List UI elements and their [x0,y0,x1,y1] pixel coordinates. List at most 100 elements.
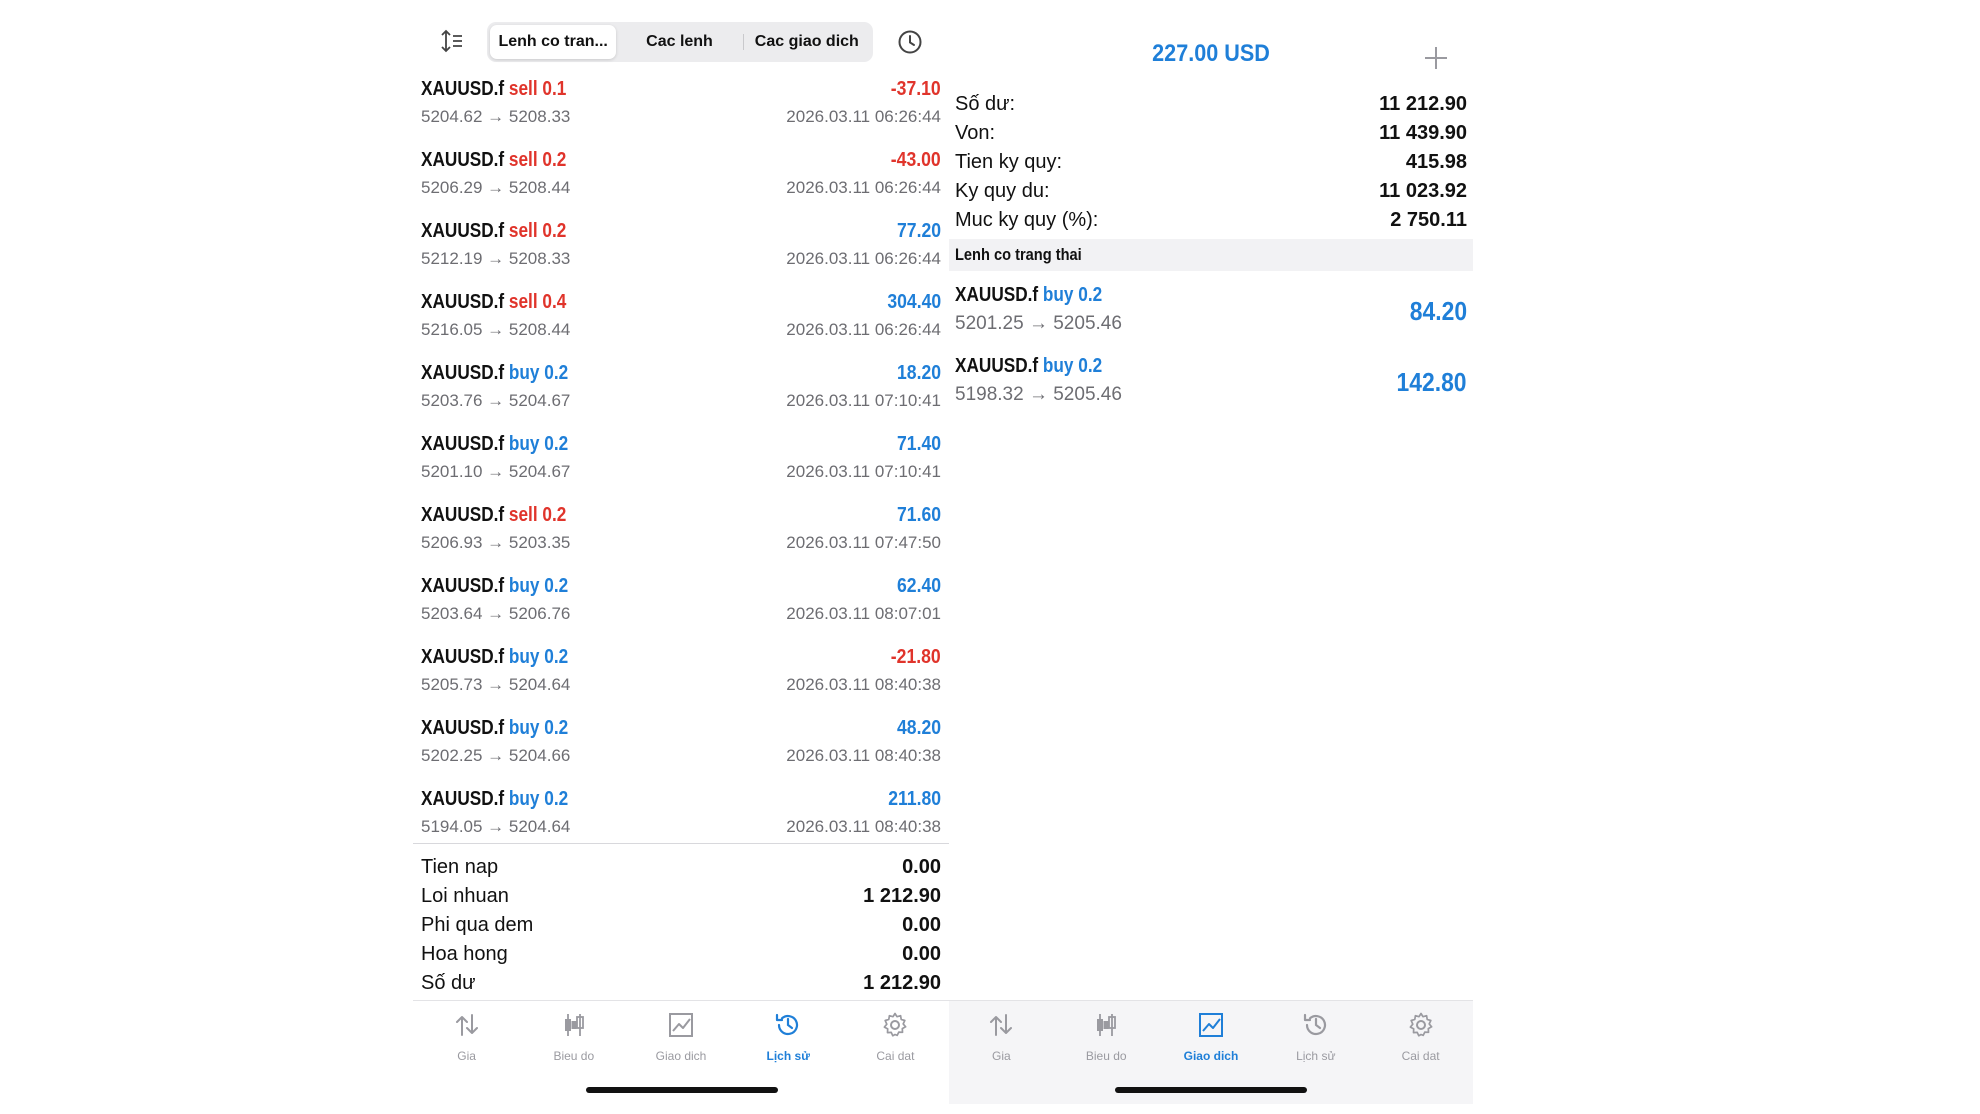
deal-prices: 5203.76 → 5204.67 [421,391,571,410]
segment-deals[interactable]: Cac giao dich [744,25,870,59]
summary-value: 0.00 [902,914,941,936]
tab-l-ch-s-[interactable]: Lịch sử [1263,1001,1368,1080]
account-row: Muc ky quy (%): 2 750.11 [955,209,1467,237]
deal-row[interactable]: XAUUSD.f buy 0.2 5203.76 → 5204.67 18.20 20… [421,358,941,428]
candlestick-icon [560,1011,588,1044]
symbol-text: XAUUSD.f [421,149,505,171]
deal-symbol: XAUUSD.f buy 0.2 [421,646,568,669]
deal-time: 2026.03.11 07:47:50 [786,533,941,552]
tab-giao-dich[interactable]: Giao dich [627,1001,734,1080]
segment-positions[interactable]: Lenh co tran... [490,25,617,59]
deal-symbol: XAUUSD.f sell 0.2 [421,149,566,172]
tab-giao-dich[interactable]: Giao dich [1159,1001,1264,1080]
summary-label: Phi qua dem [421,914,534,936]
position-prices: 5201.25 → 5205.46 [955,313,1122,334]
tab-gia[interactable]: Gia [949,1001,1054,1080]
deal-prices: 5204.62 → 5208.33 [421,107,571,126]
deal-time: 2026.03.11 06:26:44 [786,107,941,126]
tab-bieu-do[interactable]: Bieu do [1054,1001,1159,1080]
deal-side: sell 0.2 [508,504,567,526]
deal-profit: -21.80 [891,646,941,668]
history-toolbar: Lenh co tran... Cac lenh Cac giao dich [413,22,949,62]
symbol-text: XAUUSD.f [421,220,505,242]
account-row: Tien ky quy: 415.98 [955,151,1467,179]
tab-label: Giao dich [655,1049,707,1063]
account-label: Tien ky quy: [955,151,1063,173]
home-indicator [586,1087,778,1093]
history-clock-icon [774,1011,802,1044]
deal-side: buy 0.2 [508,575,569,597]
symbol-text: XAUUSD.f [421,78,505,100]
position-symbol: XAUUSD.f buy 0.2 [955,355,1102,378]
deal-side: sell 0.1 [508,78,567,100]
section-title: Lenh co trang thai [955,245,1082,264]
period-clock-icon[interactable] [896,28,924,56]
deal-side: buy 0.2 [508,433,569,455]
history-segmented-control: Lenh co tran... Cac lenh Cac giao dich [487,22,873,62]
trade-screen: 227.00 USD Số dư: 11 212.90 Von: 11 439.90 T… [949,0,1473,1114]
position-row[interactable]: XAUUSD.f buy 0.2 5198.32 → 5205.46 142.80 [955,351,1467,421]
symbol-text: XAUUSD.f [421,575,505,597]
deal-profit: -43.00 [891,149,941,171]
history-screen: Lenh co tran... Cac lenh Cac giao dich X… [413,0,949,1114]
deal-row[interactable]: XAUUSD.f buy 0.2 5203.64 → 5206.76 62.40 20… [421,571,941,641]
symbol-text: XAUUSD.f [955,355,1039,377]
position-row[interactable]: XAUUSD.f buy 0.2 5201.25 → 5205.46 84.20 [955,280,1467,350]
deal-row[interactable]: XAUUSD.f sell 0.1 5204.62 → 5208.33 -37.10… [421,74,941,144]
plus-icon[interactable] [1423,45,1449,71]
deal-row[interactable]: XAUUSD.f buy 0.2 5201.10 → 5204.67 71.40 20… [421,429,941,499]
deal-row[interactable]: XAUUSD.f buy 0.2 5202.25 → 5204.66 48.20 20… [421,713,941,783]
balance-header: 227.00 USD [1152,40,1270,67]
deal-row[interactable]: XAUUSD.f sell 0.2 5206.93 → 5203.35 71.60 2… [421,500,941,570]
symbol-text: XAUUSD.f [421,291,505,313]
deal-side: buy 0.2 [508,646,569,668]
position-profit: 84.20 [1409,296,1467,326]
deal-row[interactable]: XAUUSD.f sell 0.2 5206.29 → 5208.44 -43.00… [421,145,941,215]
account-value: 2 750.11 [1390,209,1467,231]
deal-prices: 5212.19 → 5208.33 [421,249,571,268]
deal-prices: 5206.29 → 5208.44 [421,178,571,197]
price-arrows-icon [453,1011,481,1044]
tab-label: Bieu do [553,1049,595,1063]
deal-profit: 77.20 [896,220,941,242]
price-arrows-icon [987,1011,1015,1044]
sort-icon[interactable] [439,28,465,54]
segment-orders[interactable]: Cac lenh [616,25,742,59]
account-value: 11 212.90 [1379,93,1467,115]
deal-row[interactable]: XAUUSD.f sell 0.2 5212.19 → 5208.33 77.20 2… [421,216,941,286]
deal-row[interactable]: XAUUSD.f sell 0.4 5216.05 → 5208.44 304.40… [421,287,941,357]
summary-label: Số dư [421,972,476,994]
home-indicator [1115,1087,1307,1093]
tab-gia[interactable]: Gia [413,1001,520,1080]
tab-l-ch-s-[interactable]: Lịch sử [735,1001,842,1080]
deal-time: 2026.03.11 07:10:41 [786,462,941,481]
deal-side: buy 0.2 [508,717,569,739]
deal-row[interactable]: XAUUSD.f buy 0.2 5205.73 → 5204.64 -21.80 2… [421,642,941,712]
gear-icon [1407,1011,1435,1044]
tab-label: Giao dich [1183,1049,1239,1063]
account-label: Von: [955,122,996,144]
summary-label: Loi nhuan [421,885,509,907]
deal-profit: 304.40 [887,291,941,313]
account-label: Muc ky quy (%): [955,209,1099,231]
deal-prices: 5202.25 → 5204.66 [421,746,571,765]
tab-label: Lịch sử [1296,1049,1336,1063]
deal-profit: 211.80 [888,788,941,810]
summary-row: Tien nap 0.00 [421,856,941,885]
deal-prices: 5206.93 → 5203.35 [421,533,571,552]
symbol-text: XAUUSD.f [421,788,505,810]
account-label: Ky quy du: [955,180,1050,202]
tab-label: Bieu do [1085,1049,1127,1063]
summary-row: Loi nhuan 1 212.90 [421,885,941,914]
summary-value: 0.00 [902,856,941,878]
position-symbol: XAUUSD.f buy 0.2 [955,284,1102,307]
tab-cai-dat[interactable]: Cai dat [1368,1001,1473,1080]
account-label: Số dư: [955,93,1016,115]
symbol-text: XAUUSD.f [955,284,1039,306]
deal-time: 2026.03.11 08:40:38 [786,746,941,765]
tab-cai-dat[interactable]: Cai dat [842,1001,949,1080]
divider [413,843,949,844]
deal-time: 2026.03.11 08:40:38 [786,675,941,694]
deal-time: 2026.03.11 06:26:44 [786,320,941,339]
tab-bieu-do[interactable]: Bieu do [520,1001,627,1080]
